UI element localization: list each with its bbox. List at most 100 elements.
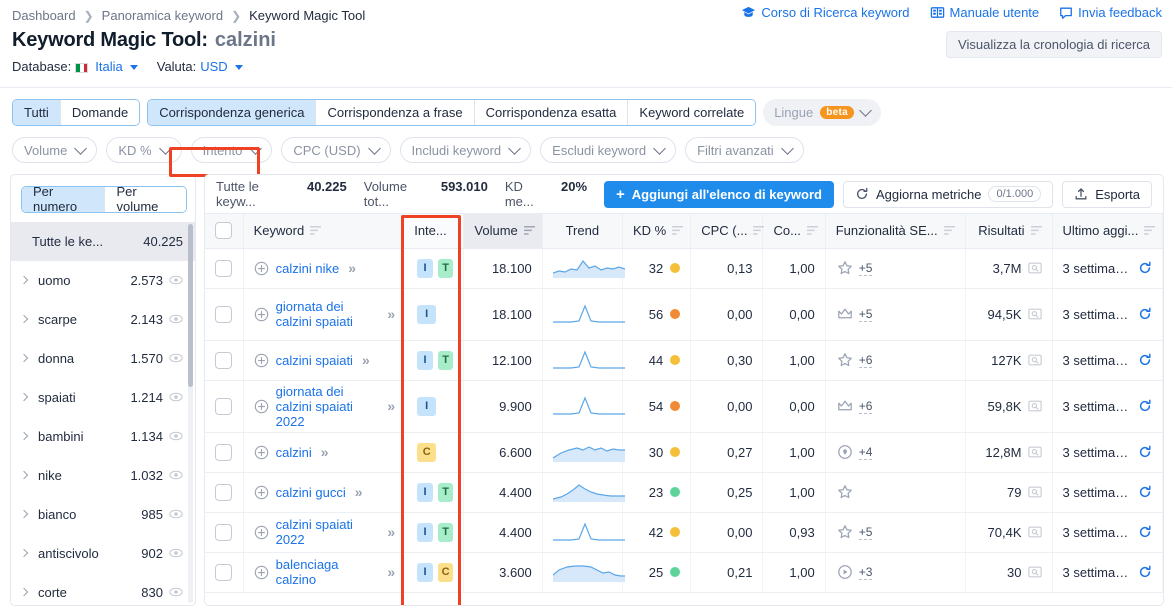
intent-badge-T[interactable]: T bbox=[437, 522, 454, 542]
header-cpc[interactable]: CPC (... bbox=[690, 214, 765, 249]
row-checkbox[interactable] bbox=[215, 563, 233, 581]
keyword-expand-icon[interactable]: » bbox=[346, 260, 356, 276]
intent-badge-I[interactable]: I bbox=[417, 396, 437, 416]
add-keyword-icon[interactable] bbox=[254, 565, 269, 580]
serp-analysis-icon[interactable] bbox=[1027, 445, 1042, 459]
filter-filtri-avanzati[interactable]: Filtri avanzati bbox=[685, 137, 804, 163]
keyword-link[interactable]: balenciaga calzino bbox=[276, 557, 379, 587]
crown-icon[interactable] bbox=[837, 306, 853, 322]
row-refresh-icon[interactable] bbox=[1138, 353, 1152, 367]
table-row[interactable]: calzini spaiati» IT 12.100 44 0,30 1,00 … bbox=[205, 340, 1163, 381]
keyword-link[interactable]: calzini bbox=[276, 445, 312, 460]
link-keyword-research-course[interactable]: Corso di Ricerca keyword bbox=[741, 5, 910, 20]
serp-analysis-icon[interactable] bbox=[1027, 307, 1042, 321]
intent-badge-I[interactable]: I bbox=[417, 258, 433, 278]
add-keyword-icon[interactable] bbox=[254, 261, 269, 276]
database-selector[interactable]: Database: Italia bbox=[12, 59, 138, 74]
add-keyword-icon[interactable] bbox=[254, 307, 269, 322]
table-row[interactable]: giornata dei calzini spaiati 2022 » I 9.9… bbox=[205, 380, 1163, 433]
row-checkbox[interactable] bbox=[215, 443, 233, 461]
intent-badge-I[interactable]: I bbox=[417, 350, 433, 370]
keyword-expand-icon[interactable]: » bbox=[385, 398, 395, 414]
chevron-right-icon[interactable] bbox=[19, 314, 29, 324]
sidebar-scrollbar[interactable] bbox=[188, 223, 193, 387]
keyword-expand-icon[interactable]: » bbox=[360, 352, 370, 368]
serp-more-link[interactable]: +3 bbox=[858, 565, 873, 580]
row-checkbox[interactable] bbox=[215, 523, 233, 541]
header-intent[interactable]: Inte... bbox=[403, 214, 465, 249]
serp-more-link[interactable]: +6 bbox=[858, 353, 873, 368]
eye-icon[interactable] bbox=[169, 546, 183, 560]
filter-includi-keyword[interactable]: Includi keyword bbox=[399, 137, 532, 163]
add-keyword-icon[interactable] bbox=[254, 525, 269, 540]
chevron-right-icon[interactable] bbox=[19, 587, 29, 597]
breadcrumb-item-keyword-overview[interactable]: Panoramica keyword bbox=[102, 8, 223, 23]
sidebar-item-bianco[interactable]: bianco 985 bbox=[11, 495, 195, 534]
star-icon[interactable] bbox=[837, 260, 853, 276]
add-keyword-icon[interactable] bbox=[254, 353, 269, 368]
chevron-right-icon[interactable] bbox=[19, 509, 29, 519]
tab-per-volume[interactable]: Per volume bbox=[105, 186, 186, 212]
serp-more-link[interactable]: +5 bbox=[858, 525, 873, 540]
table-row[interactable]: calzini spaiati 2022 » IT 4.400 42 0,00 0… bbox=[205, 512, 1163, 553]
tab-domande[interactable]: Domande bbox=[60, 100, 140, 125]
link-user-manual[interactable]: Manuale utente bbox=[930, 5, 1039, 20]
intent-badge-I[interactable]: I bbox=[417, 482, 433, 502]
row-checkbox[interactable] bbox=[215, 483, 233, 501]
row-checkbox[interactable] bbox=[215, 259, 233, 277]
sidebar-item-donna[interactable]: donna 1.570 bbox=[11, 339, 195, 378]
serp-analysis-icon[interactable] bbox=[1027, 565, 1042, 579]
sidebar-item-bambini[interactable]: bambini 1.134 bbox=[11, 417, 195, 456]
sidebar-item-nike[interactable]: nike 1.032 bbox=[11, 456, 195, 495]
crown-icon[interactable] bbox=[837, 398, 853, 414]
tab-corrispondenza-generica[interactable]: Corrispondenza generica bbox=[148, 100, 317, 125]
eye-icon[interactable] bbox=[169, 468, 183, 482]
keyword-expand-icon[interactable]: » bbox=[385, 524, 395, 540]
eye-icon[interactable] bbox=[169, 390, 183, 404]
intent-badge-I[interactable]: I bbox=[417, 562, 433, 582]
filter-volume[interactable]: Volume bbox=[12, 137, 98, 163]
serp-more-link[interactable]: +4 bbox=[858, 445, 873, 460]
filter-kd[interactable]: KD % bbox=[106, 137, 182, 163]
keyword-link[interactable]: calzini spaiati 2022 bbox=[276, 517, 379, 547]
keyword-expand-icon[interactable]: » bbox=[385, 564, 395, 580]
chevron-right-icon[interactable] bbox=[19, 470, 29, 480]
languages-dropdown[interactable]: Lingue beta bbox=[763, 99, 881, 126]
tab-corrispondenza-esatta[interactable]: Corrispondenza esatta bbox=[474, 100, 629, 125]
star-icon[interactable] bbox=[837, 352, 853, 368]
row-checkbox[interactable] bbox=[215, 305, 233, 323]
add-to-keyword-list-button[interactable]: + Aggiungi all'elenco di keyword bbox=[604, 180, 834, 208]
intent-badge-T[interactable]: T bbox=[437, 258, 454, 278]
header-results[interactable]: Risultati bbox=[965, 214, 1053, 249]
eye-icon[interactable] bbox=[169, 351, 183, 365]
intent-badge-T[interactable]: T bbox=[437, 350, 454, 370]
header-keyword[interactable]: Keyword bbox=[243, 214, 405, 249]
breadcrumb-item-dashboard[interactable]: Dashboard bbox=[12, 8, 76, 23]
row-checkbox[interactable] bbox=[215, 351, 233, 369]
header-last-update[interactable]: Ultimo aggi... bbox=[1052, 214, 1163, 249]
table-row[interactable]: balenciaga calzino » IC 3.600 25 0,21 1,0… bbox=[205, 552, 1163, 593]
eye-icon[interactable] bbox=[169, 585, 183, 599]
row-refresh-icon[interactable] bbox=[1138, 307, 1152, 321]
header-competition[interactable]: Co... bbox=[762, 214, 826, 249]
keyword-link[interactable]: calzini spaiati bbox=[276, 353, 353, 368]
sidebar-item-uomo[interactable]: uomo 2.573 bbox=[11, 261, 195, 300]
chevron-right-icon[interactable] bbox=[19, 275, 29, 285]
table-row[interactable]: calzini » C 6.600 30 0,27 1,00 +4 12,8M 3… bbox=[205, 432, 1163, 473]
intent-badge-C[interactable]: C bbox=[417, 442, 437, 462]
sidebar-item-scarpe[interactable]: scarpe 2.143 bbox=[11, 300, 195, 339]
intent-badge-I[interactable]: I bbox=[417, 522, 433, 542]
keyword-expand-icon[interactable]: » bbox=[385, 306, 395, 322]
eye-icon[interactable] bbox=[169, 312, 183, 326]
tab-keyword-correlate[interactable]: Keyword correlate bbox=[628, 100, 756, 125]
row-refresh-icon[interactable] bbox=[1138, 525, 1152, 539]
star-icon[interactable] bbox=[837, 484, 853, 500]
video-icon[interactable] bbox=[837, 564, 853, 580]
chevron-right-icon[interactable] bbox=[19, 353, 29, 363]
eye-icon[interactable] bbox=[169, 273, 183, 287]
table-row[interactable]: giornata dei calzini spaiati » I 18.100 5… bbox=[205, 288, 1163, 341]
keyword-link[interactable]: calzini nike bbox=[276, 261, 340, 276]
serp-analysis-icon[interactable] bbox=[1027, 353, 1042, 367]
tab-tutti[interactable]: Tutti bbox=[13, 100, 61, 125]
table-row[interactable]: calzini gucci» IT 4.400 23 0,25 1,00 79 … bbox=[205, 472, 1163, 513]
